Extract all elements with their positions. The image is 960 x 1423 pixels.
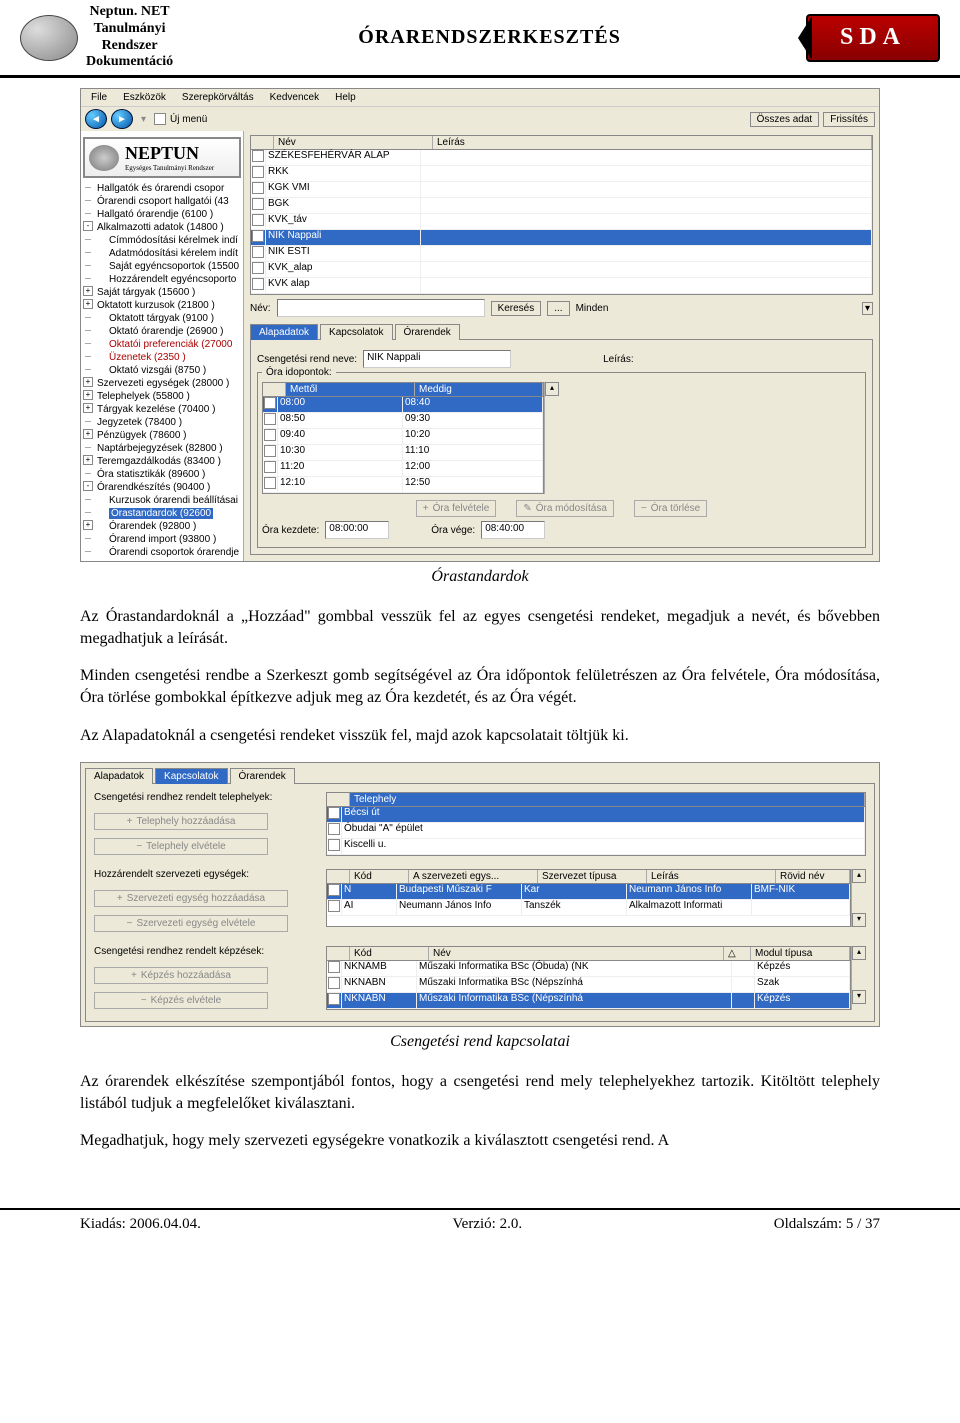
scrollbar[interactable]: ▴ <box>544 382 559 494</box>
edit-icon: ✎ <box>523 503 531 514</box>
header-left: Neptun. NET Tanulmányi Rendszer Dokument… <box>20 4 173 71</box>
tab-orarendek[interactable]: Órarendek <box>395 324 460 340</box>
grid-row-selected: NIK Nappali <box>251 230 872 246</box>
ora-idopontok-group: Óra idopontok: Mettől Meddig 08:0008:40 <box>257 372 866 548</box>
header-line3: Rendszer <box>86 38 173 55</box>
telephely-label: Csengetési rendhez rendelt telephelyek: <box>94 792 314 803</box>
szerv-label: Hozzárendelt szervezeti egységek: <box>94 869 314 880</box>
csengetesi-label: Csengetési rend neve: <box>257 354 357 365</box>
kepzes-del-button[interactable]: −Képzés elvétele <box>94 992 268 1009</box>
menu-szerepkor[interactable]: Szerepkörváltás <box>176 91 260 104</box>
nev-input[interactable] <box>277 299 485 317</box>
csengetesi-grid[interactable]: Név Leírás SZÉKESFEHÉRVÁR ALAP RKK KGK V… <box>250 135 873 295</box>
caption-orastandardok: Órastandardok <box>80 568 880 586</box>
tab2-orarendek[interactable]: Órarendek <box>230 768 295 784</box>
minus-icon: − <box>136 841 142 852</box>
uj-menu-checkbox[interactable] <box>154 113 166 125</box>
footer-kiadas: Kiadás: 2006.04.04. <box>80 1216 201 1233</box>
tab2-alapadatok[interactable]: Alapadatok <box>85 768 153 784</box>
minden-label: Minden <box>576 303 609 314</box>
szerv-add-button[interactable]: +Szervezeti egység hozzáadása <box>94 890 288 907</box>
kereses-button[interactable]: Keresés <box>491 301 542 316</box>
menu-file[interactable]: File <box>85 91 113 104</box>
detail-tabs: Alapadatok Kapcsolatok Órarendek <box>250 323 873 339</box>
tab-alapadatok[interactable]: Alapadatok <box>250 324 318 340</box>
neptun-brand: NEPTUN <box>125 143 214 164</box>
header-left-text: Neptun. NET Tanulmányi Rendszer Dokument… <box>86 4 173 71</box>
footer-verzio: Verzió: 2.0. <box>453 1216 523 1233</box>
header-line2: Tanulmányi <box>86 21 173 38</box>
telephely-grid[interactable]: Telephely Bécsi út Óbudai "A" épület Kis… <box>326 792 866 856</box>
caption-kapcsolatok: Csengetési rend kapcsolatai <box>80 1033 880 1051</box>
dots-button[interactable]: ... <box>547 301 569 316</box>
menu-help[interactable]: Help <box>329 91 362 104</box>
menu-kedvencek[interactable]: Kedvencek <box>264 91 325 104</box>
minus-icon: − <box>641 503 647 514</box>
ora-modositasa-button[interactable]: ✎Óra módosítása <box>516 500 614 517</box>
vege-input[interactable]: 08:40:00 <box>481 521 545 539</box>
menu-eszkozok[interactable]: Eszközök <box>117 91 172 104</box>
kepzes-label: Csengetési rendhez rendelt képzések: <box>94 946 314 957</box>
header-line4: Dokumentáció <box>86 54 173 71</box>
scrollbar[interactable]: ▴▾ <box>851 946 866 1010</box>
dropdown-icon[interactable]: ▾ <box>862 302 873 315</box>
paragraph-1: Az Órastandardoknál a „Hozzáad" gombbal … <box>80 606 880 649</box>
paragraph-3: Az Alapadatoknál a csengetési rendeket v… <box>80 725 880 747</box>
kepzes-grid[interactable]: Kód Név △ Modul típusa NKNAMBMűszaki Inf… <box>326 946 851 1010</box>
ora-felvetele-button[interactable]: +Óra felvétele <box>416 500 497 517</box>
header-line1: Neptun. NET <box>86 4 173 21</box>
uj-menu-label: Új menü <box>170 114 207 125</box>
screenshot-kapcsolatok: Alapadatok Kapcsolatok Órarendek Csenget… <box>80 762 880 1027</box>
leiras-label: Leírás: <box>603 354 634 365</box>
forward-button[interactable]: ► <box>111 109 133 129</box>
kezdete-input[interactable]: 08:00:00 <box>325 521 389 539</box>
csengetesi-input[interactable]: NIK Nappali <box>363 350 511 368</box>
neptun-oval-logo <box>20 15 78 61</box>
minus-icon: − <box>127 918 133 929</box>
tree-orastandardok: Órastandardok (92600 <box>83 507 243 520</box>
nev-label: Név: <box>250 303 271 314</box>
navigation-tree[interactable]: Hallgatók és órarendi csopor Órarendi cs… <box>81 180 243 561</box>
osszes-adat-button[interactable]: Összes adat <box>750 112 820 127</box>
paragraph-5: Megadhatjuk, hogy mely szervezeti egység… <box>80 1130 880 1152</box>
page-title: ÓRARENDSZERKESZTÉS <box>173 26 806 49</box>
kezdete-label: Óra kezdete: <box>262 525 319 536</box>
footer-oldalszam: Oldalszám: 5 / 37 <box>774 1216 880 1233</box>
plus-icon: + <box>117 893 123 904</box>
screenshot-orastandardok: File Eszközök Szerepkörváltás Kedvencek … <box>80 88 880 562</box>
paragraph-4: Az órarendek elkészítése szempontjából f… <box>80 1071 880 1114</box>
telephely-add-button[interactable]: +Telephely hozzáadása <box>94 813 268 830</box>
kepzes-add-button[interactable]: +Képzés hozzáadása <box>94 967 268 984</box>
page-footer: Kiadás: 2006.04.04. Verzió: 2.0. Oldalsz… <box>0 1208 960 1239</box>
time-grid[interactable]: Mettől Meddig 08:0008:40 08:5009:30 09:4… <box>262 382 544 494</box>
vege-label: Óra vége: <box>431 525 475 536</box>
telephely-del-button[interactable]: −Telephely elvétele <box>94 838 268 855</box>
frissites-button[interactable]: Frissítés <box>823 112 875 127</box>
menubar: File Eszközök Szerepkörváltás Kedvencek … <box>81 89 879 106</box>
header-right: SDA <box>806 14 940 62</box>
plus-icon: + <box>127 816 133 827</box>
szerv-grid[interactable]: Kód A szervezeti egys... Szervezet típus… <box>326 869 851 927</box>
ora-torlese-button[interactable]: −Óra törlése <box>634 500 707 517</box>
page-header: Neptun. NET Tanulmányi Rendszer Dokument… <box>0 0 960 78</box>
sda-logo: SDA <box>806 14 940 62</box>
tab2-kapcsolatok[interactable]: Kapcsolatok <box>155 768 227 784</box>
neptun-sub: Egységes Tanulmányi Rendszer <box>125 164 214 172</box>
szerv-del-button[interactable]: −Szervezeti egység elvétele <box>94 915 288 932</box>
back-button[interactable]: ◄ <box>85 109 107 129</box>
minus-icon: − <box>141 995 147 1006</box>
plus-icon: + <box>131 970 137 981</box>
scrollbar[interactable]: ▴▾ <box>851 869 866 927</box>
neptun-logo-box: NEPTUN Egységes Tanulmányi Rendszer <box>83 137 241 178</box>
plus-icon: + <box>423 503 429 514</box>
tab-kapcsolatok[interactable]: Kapcsolatok <box>320 324 392 340</box>
paragraph-2: Minden csengetési rendbe a Szerkeszt gom… <box>80 665 880 708</box>
